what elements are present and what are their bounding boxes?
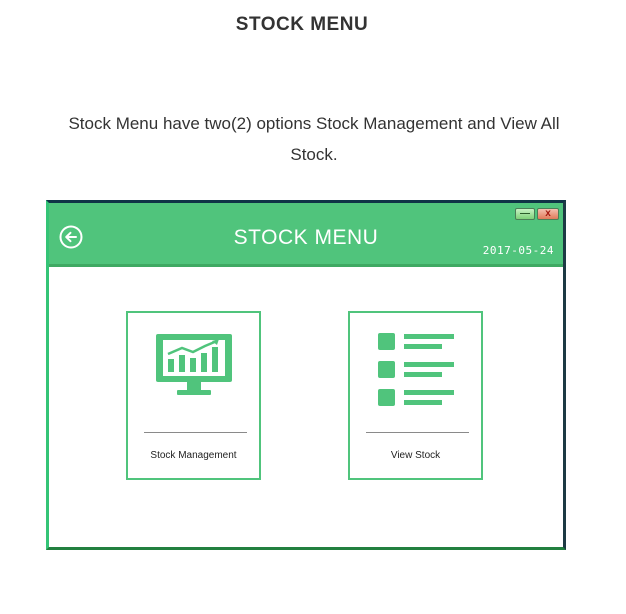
page-description: Stock Menu have two(2) options Stock Man… (68, 114, 560, 164)
monitor-chart-icon (128, 333, 259, 397)
card-divider (144, 432, 247, 433)
list-icon (350, 333, 481, 409)
app-header: — x STOCK MENU 2017-05-24 (49, 203, 563, 267)
page-heading: STOCK MENU (235, 14, 369, 35)
card-divider (366, 432, 469, 433)
date-display: 2017-05-24 (482, 244, 554, 257)
close-button[interactable]: x (537, 208, 559, 220)
window-controls: — x (515, 208, 559, 220)
minimize-button[interactable]: — (515, 208, 535, 220)
stock-management-button[interactable]: Stock Management (126, 311, 261, 480)
view-stock-button[interactable]: View Stock (348, 311, 483, 480)
view-stock-label: View Stock (390, 450, 441, 461)
app-window-screenshot: — x STOCK MENU 2017-05-24 Stock Manageme… (46, 200, 566, 550)
stock-management-label: Stock Management (150, 450, 237, 461)
